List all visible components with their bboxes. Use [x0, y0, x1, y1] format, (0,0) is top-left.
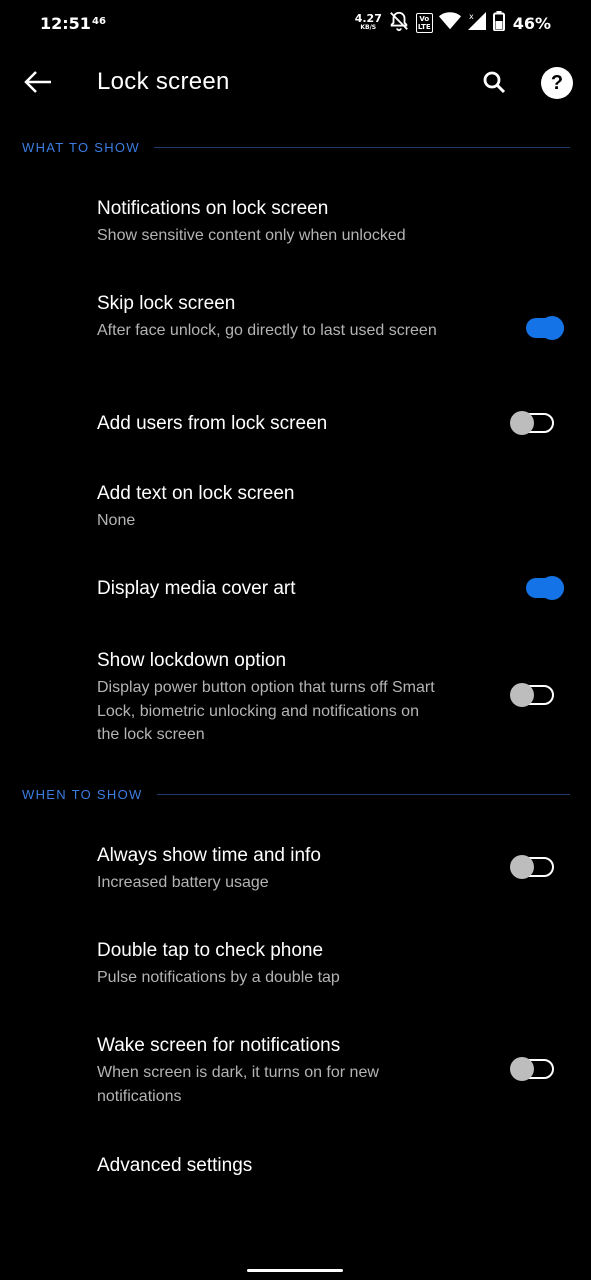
- section-header-what-to-show: WHAT TO SHOW: [22, 137, 570, 157]
- section-divider: [156, 793, 570, 795]
- svg-text:x: x: [469, 12, 474, 21]
- setting-subtitle: Pulse notifications by a double tap: [97, 969, 340, 986]
- setting-display-media-cover-art[interactable]: Display media cover art: [0, 560, 591, 620]
- network-speed-value: 4.27: [354, 12, 382, 25]
- setting-title: Advanced settings: [97, 1155, 253, 1176]
- setting-title: Double tap to check phone: [97, 940, 324, 961]
- setting-title: Show lockdown option: [97, 650, 287, 671]
- section-divider: [153, 146, 570, 148]
- setting-subtitle: When screen is dark, it turns on for new…: [97, 1064, 379, 1105]
- wifi-icon: [438, 11, 461, 35]
- setting-advanced-settings[interactable]: Advanced settings: [0, 1137, 591, 1197]
- setting-skip-lock-screen[interactable]: Skip lock screen After face unlock, go d…: [0, 275, 591, 390]
- section-header-label: WHAT TO SHOW: [22, 139, 140, 155]
- setting-subtitle: After face unlock, go directly to last u…: [97, 322, 437, 339]
- search-icon: [482, 70, 506, 98]
- home-indicator[interactable]: [247, 1269, 343, 1272]
- setting-title: Always show time and info: [97, 845, 321, 866]
- battery-percentage: 46%: [512, 13, 551, 33]
- setting-notifications-on-lock-screen[interactable]: Notifications on lock screen Show sensit…: [0, 180, 591, 270]
- volte-icon: Vo LTE: [415, 13, 433, 33]
- page-title: Lock screen: [97, 68, 230, 95]
- add-users-toggle[interactable]: [510, 408, 556, 438]
- network-speed: 4.27 KB/S: [354, 12, 382, 32]
- setting-title: Skip lock screen: [97, 293, 236, 314]
- status-time: 12:51: [40, 14, 91, 33]
- network-speed-unit: KB/S: [360, 24, 377, 31]
- setting-subtitle: None: [97, 512, 136, 529]
- signal-icon: x: [467, 11, 487, 35]
- setting-subtitle: Show sensitive content only when unlocke…: [97, 227, 406, 244]
- volte-bottom: LTE: [417, 23, 431, 31]
- setting-title: Notifications on lock screen: [97, 198, 329, 219]
- help-button[interactable]: ?: [541, 67, 573, 99]
- lockdown-toggle[interactable]: [510, 680, 556, 710]
- setting-title: Wake screen for notifications: [97, 1035, 341, 1056]
- setting-title: Add users from lock screen: [97, 413, 328, 434]
- always-show-time-toggle[interactable]: [510, 852, 556, 882]
- setting-subtitle: Increased battery usage: [97, 874, 269, 891]
- help-icon: ?: [550, 71, 564, 94]
- setting-add-users-from-lock-screen[interactable]: Add users from lock screen: [0, 395, 591, 455]
- section-header-when-to-show: WHEN TO SHOW: [22, 784, 570, 804]
- setting-double-tap-to-check-phone[interactable]: Double tap to check phone Pulse notifica…: [0, 922, 591, 1012]
- status-icons: 4.27 KB/S Vo LTE x 46%: [355, 10, 551, 36]
- section-header-label: WHEN TO SHOW: [22, 786, 143, 802]
- setting-add-text-on-lock-screen[interactable]: Add text on lock screen None: [0, 465, 591, 555]
- status-bar: 12:51 46 4.27 KB/S Vo LTE x 46%: [0, 0, 591, 46]
- back-button[interactable]: [18, 64, 58, 104]
- bell-off-icon: [388, 10, 410, 36]
- setting-show-lockdown-option[interactable]: Show lockdown option Display power butto…: [0, 632, 591, 772]
- setting-always-show-time-and-info[interactable]: Always show time and info Increased batt…: [0, 827, 591, 917]
- setting-wake-screen-for-notifications[interactable]: Wake screen for notifications When scree…: [0, 1017, 591, 1132]
- media-cover-art-toggle[interactable]: [520, 573, 566, 603]
- setting-title: Display media cover art: [97, 578, 296, 599]
- setting-subtitle: Display power button option that turns o…: [97, 679, 435, 743]
- skip-lock-screen-toggle[interactable]: [520, 313, 566, 343]
- battery-icon: [492, 11, 505, 35]
- status-network-indicator: 46: [92, 16, 106, 27]
- volte-top: Vo: [419, 15, 430, 23]
- arrow-back-icon: [23, 70, 53, 98]
- app-bar: Lock screen ?: [0, 46, 591, 120]
- search-button[interactable]: [474, 64, 514, 104]
- wake-screen-toggle[interactable]: [510, 1054, 556, 1084]
- setting-title: Add text on lock screen: [97, 483, 295, 504]
